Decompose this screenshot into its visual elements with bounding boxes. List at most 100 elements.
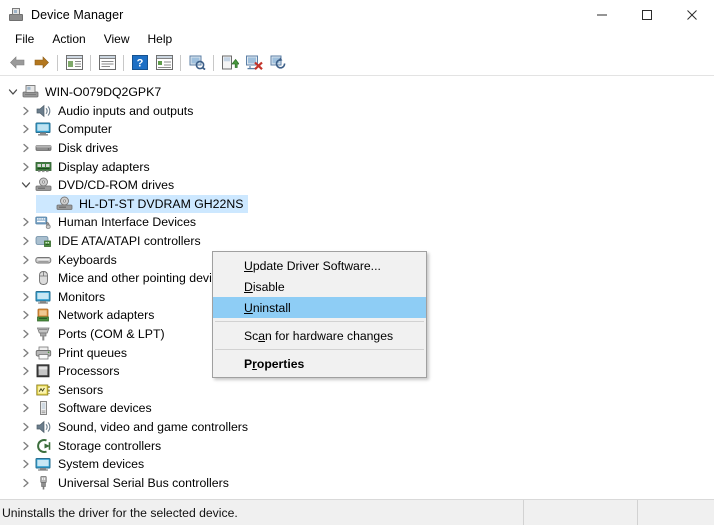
scan-for-hardware-changes-icon[interactable] [185,52,209,74]
title-bar: Device Manager [0,0,714,29]
chevron-right-icon[interactable] [19,215,33,229]
context-menu[interactable]: Update Driver Software... Disable Uninst… [212,251,427,378]
tree-item-computer[interactable]: Computer [0,120,714,139]
dvd-drive-icon [56,196,73,212]
window-title: Device Manager [31,8,123,22]
tree-item-disk-drives[interactable]: Disk drives [0,139,714,158]
chevron-right-icon[interactable] [19,234,33,248]
tree-item-system-devices[interactable]: System devices [0,455,714,474]
chevron-right-icon[interactable] [19,160,33,174]
disable-device-icon[interactable] [242,52,266,74]
tree-item-label: Display adapters [58,159,150,175]
monitor-icon [35,289,52,305]
toolbar-separator [180,55,181,71]
chevron-right-icon[interactable] [19,457,33,471]
svg-text:?: ? [137,58,144,70]
context-menu-item-disable[interactable]: Disable [213,276,426,297]
tree-item-ide-ata-atapi-controllers[interactable]: IDE ATA/ATAPI controllers [0,232,714,251]
tree-item-label: Universal Serial Bus controllers [58,475,229,491]
chevron-right-icon[interactable] [19,104,33,118]
device-tree[interactable]: WIN-O079DQ2GPK7 Audio inputs and outputs [0,76,714,499]
tree-item-storage-controllers[interactable]: Storage controllers [0,436,714,455]
tree-item-label: Print queues [58,345,127,361]
menu-view[interactable]: View [95,30,139,49]
tree-item-audio-inputs-and-outputs[interactable]: Audio inputs and outputs [0,102,714,121]
menu-bar: File Action View Help [0,29,714,50]
display-adapter-icon [35,159,52,175]
tree-item-label: System devices [58,456,144,472]
window-controls [579,0,714,29]
chevron-right-icon[interactable] [19,364,33,378]
chevron-down-icon[interactable] [6,85,20,99]
show-hide-console-tree-icon[interactable] [62,52,86,74]
menu-action[interactable]: Action [43,30,94,49]
tree-item-label: DVD/CD-ROM drives [58,177,174,193]
tree-item-label: Sound, video and game controllers [58,419,248,435]
status-bar: Uninstalls the driver for the selected d… [0,499,714,525]
device-manager-window: Device Manager File Action View Help [0,0,714,525]
chevron-right-icon[interactable] [19,271,33,285]
tree-item-label: Keyboards [58,252,117,268]
tree-item-label: WIN-O079DQ2GPK7 [45,84,161,100]
back-icon[interactable] [5,52,29,74]
context-menu-item-properties[interactable]: Properties [213,353,426,374]
context-menu-item-uninstall[interactable]: Uninstall [213,297,426,318]
chevron-right-icon[interactable] [19,253,33,267]
network-adapter-icon [35,307,52,323]
forward-icon[interactable] [29,52,53,74]
tree-item-dvd-cd-rom-drives[interactable]: DVD/CD-ROM drives [0,176,714,195]
chevron-right-icon[interactable] [19,122,33,136]
printer-icon [35,345,52,361]
dvd-drive-icon [35,177,52,193]
ide-controller-icon [35,233,52,249]
tree-item-display-adapters[interactable]: Display adapters [0,157,714,176]
update-driver-software-icon[interactable] [218,52,242,74]
context-menu-item-scan-for-hardware-changes[interactable]: Scan for hardware changes [213,325,426,346]
properties-icon[interactable] [95,52,119,74]
context-menu-item-label: Scan for hardware changes [244,329,393,343]
tree-item-label: Storage controllers [58,438,161,454]
chevron-right-icon[interactable] [19,420,33,434]
chevron-right-icon[interactable] [19,383,33,397]
chevron-right-icon[interactable] [19,327,33,341]
chevron-right-icon[interactable] [19,308,33,322]
chevron-right-icon[interactable] [19,401,33,415]
tree-item-hl-dt-st-dvdram-gh22ns[interactable]: HL-DT-ST DVDRAM GH22NS [0,195,714,214]
processor-icon [35,363,52,379]
chevron-right-icon[interactable] [19,476,33,490]
speaker-icon [35,103,52,119]
tree-item-label: IDE ATA/ATAPI controllers [58,233,201,249]
context-menu-separator [215,321,424,322]
tree-item-software-devices[interactable]: Software devices [0,399,714,418]
tree-item-sound-video-and-game-controllers[interactable]: Sound, video and game controllers [0,418,714,437]
speaker-icon [35,419,52,435]
chevron-right-icon[interactable] [19,141,33,155]
minimize-icon[interactable] [579,0,624,29]
tree-item-human-interface-devices[interactable]: Human Interface Devices [0,213,714,232]
context-menu-item-update-driver-software[interactable]: Update Driver Software... [213,255,426,276]
tree-item-root[interactable]: WIN-O079DQ2GPK7 [0,83,714,102]
toolbar-separator [213,55,214,71]
uninstall-device-icon[interactable] [266,52,290,74]
details-view-icon[interactable] [152,52,176,74]
chevron-right-icon[interactable] [19,346,33,360]
toolbar: ? [0,50,714,76]
close-icon[interactable] [669,0,714,29]
chevron-down-icon[interactable] [19,178,33,192]
toolbar-separator [123,55,124,71]
menu-help[interactable]: Help [139,30,182,49]
tree-item-sensors[interactable]: Sensors [0,381,714,400]
toolbar-separator [90,55,91,71]
chevron-right-icon[interactable] [19,290,33,304]
disk-drive-icon [35,140,52,156]
context-menu-item-label: Update Driver Software... [244,259,381,273]
tree-item-label: Software devices [58,400,152,416]
chevron-right-icon[interactable] [19,439,33,453]
port-icon [35,326,52,342]
help-icon[interactable]: ? [128,52,152,74]
menu-file[interactable]: File [6,30,43,49]
tree-item-label: Mice and other pointing devices [58,270,231,286]
maximize-icon[interactable] [624,0,669,29]
tree-item-universal-serial-bus-controllers[interactable]: Universal Serial Bus controllers [0,473,714,492]
context-menu-item-label: Uninstall [244,301,291,315]
